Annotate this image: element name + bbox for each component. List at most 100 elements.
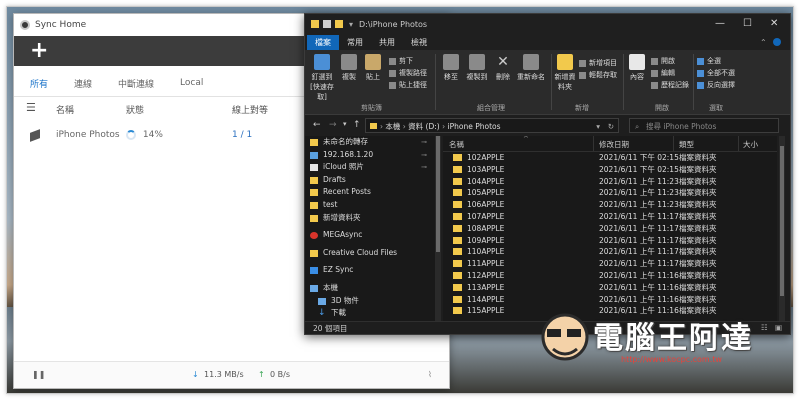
column-divider[interactable]: [673, 136, 674, 151]
nav-item[interactable]: 新增資料夾: [305, 212, 435, 225]
nav-item[interactable]: Creative Cloud Files: [305, 247, 435, 260]
rename-button[interactable]: 重新命名: [515, 54, 547, 82]
row-status: 14%: [126, 129, 163, 140]
nav-item[interactable]: EZ Sync: [305, 264, 435, 277]
navigation-pane: 未命名的轉存 ⊸ 192.168.1.20 ⊸ iCloud 照片 ⊸ Drafts …: [305, 136, 435, 322]
easy-access-button[interactable]: 輕鬆存取: [579, 70, 617, 80]
file-row[interactable]: 103APPLE 2021/6/11 下午 02:15 檔案資料夾: [443, 164, 777, 176]
pause-icon[interactable]: ❚❚: [32, 370, 45, 379]
address-bar[interactable]: › 本機 › 資料 (D:) › iPhone Photos ▾ ↻: [365, 118, 619, 133]
nav-item[interactable]: ↓ 下載: [305, 307, 435, 320]
nav-scrollbar[interactable]: [435, 136, 441, 322]
back-icon[interactable]: ←: [313, 120, 321, 130]
refresh-icon[interactable]: ↻: [608, 119, 614, 134]
folder-icon: [453, 177, 462, 185]
address-dropdown-icon[interactable]: ▾: [596, 119, 600, 134]
history-button[interactable]: 歷程記錄: [651, 80, 689, 90]
nav-item[interactable]: MEGAsync: [305, 229, 435, 242]
cut-button[interactable]: 剪下: [389, 56, 413, 66]
file-row[interactable]: 111APPLE 2021/6/11 上午 11:17 檔案資料夾: [443, 258, 777, 270]
open-button[interactable]: 開啟: [651, 56, 675, 66]
column-type[interactable]: 類型: [679, 139, 694, 150]
nav-scrollbar-thumb[interactable]: [436, 136, 440, 252]
nav-item[interactable]: test: [305, 199, 435, 212]
file-row[interactable]: 107APPLE 2021/6/11 上午 11:17 檔案資料夾: [443, 211, 777, 223]
column-date[interactable]: 修改日期: [599, 139, 629, 150]
column-size[interactable]: 大小: [743, 139, 758, 150]
column-peers[interactable]: 線上對等: [232, 103, 268, 116]
file-row[interactable]: 110APPLE 2021/6/11 上午 11:17 檔案資料夾: [443, 246, 777, 258]
column-status[interactable]: 狀態: [126, 103, 144, 116]
file-row[interactable]: 109APPLE 2021/6/11 上午 11:17 檔案資料夾: [443, 235, 777, 247]
up-icon[interactable]: ↑: [353, 120, 361, 130]
recent-dropdown-icon[interactable]: ▾: [343, 120, 347, 128]
select-all-button[interactable]: 全選: [697, 56, 721, 66]
nav-item[interactable]: Recent Posts: [305, 186, 435, 199]
file-type: 檔案資料夾: [679, 294, 717, 304]
file-date: 2021/6/11 上午 11:17: [599, 235, 679, 245]
file-row[interactable]: 113APPLE 2021/6/11 上午 11:16 檔案資料夾: [443, 282, 777, 294]
tab-connected[interactable]: 連線: [74, 77, 92, 90]
help-icon[interactable]: [773, 38, 781, 46]
file-row[interactable]: 105APPLE 2021/6/11 上午 11:23 檔案資料夾: [443, 187, 777, 199]
minimize-icon[interactable]: —: [715, 18, 725, 29]
new-folder-button[interactable]: 新增資料夾: [553, 54, 577, 92]
breadcrumb-drive[interactable]: 資料 (D:): [408, 122, 440, 131]
tab-disconnected[interactable]: 中斷連線: [118, 77, 154, 90]
new-item-button[interactable]: 新增項目: [579, 58, 617, 68]
copy-button[interactable]: 複製: [337, 54, 361, 82]
column-divider[interactable]: [738, 136, 739, 151]
nav-item[interactable]: 192.168.1.20 ⊸: [305, 149, 435, 162]
file-date: 2021/6/11 上午 11:17: [599, 247, 679, 257]
tab-view[interactable]: 檢視: [403, 35, 435, 50]
properties-icon[interactable]: [323, 20, 331, 28]
tab-home[interactable]: 常用: [339, 35, 371, 50]
nav-item[interactable]: 3D 物件: [305, 295, 435, 308]
nav-item[interactable]: iCloud 照片 ⊸: [305, 161, 435, 174]
column-divider[interactable]: [593, 136, 594, 151]
search-input[interactable]: ⌕ 搜尋 iPhone Photos: [629, 118, 779, 133]
pin-quick-access-button[interactable]: 釘選到 [快速存取]: [307, 54, 337, 102]
copy-path-button[interactable]: 複製路徑: [389, 68, 427, 78]
file-list-scrollbar-thumb[interactable]: [780, 146, 784, 296]
column-name[interactable]: 名稱: [56, 103, 74, 116]
maximize-icon[interactable]: ☐: [743, 18, 752, 29]
tab-file[interactable]: 檔案: [307, 34, 339, 50]
breadcrumb-this-pc[interactable]: 本機: [385, 122, 400, 131]
forward-icon[interactable]: →: [329, 120, 337, 130]
collapse-ribbon-icon[interactable]: ⌃: [760, 38, 767, 47]
select-none-button[interactable]: 全部不選: [697, 68, 735, 78]
add-folder-button[interactable]: +: [30, 40, 48, 62]
file-name: 107APPLE: [467, 211, 505, 221]
filter-icon[interactable]: ☰: [26, 101, 36, 114]
row-name: iPhone Photos: [56, 130, 120, 140]
file-row[interactable]: 104APPLE 2021/6/11 上午 11:23 檔案資料夾: [443, 176, 777, 188]
delete-button[interactable]: ✕ 刪除: [491, 54, 515, 82]
nav-item[interactable]: 本機: [305, 282, 435, 295]
file-row[interactable]: 112APPLE 2021/6/11 上午 11:16 檔案資料夾: [443, 270, 777, 282]
file-row[interactable]: 108APPLE 2021/6/11 上午 11:17 檔案資料夾: [443, 223, 777, 235]
file-row[interactable]: 102APPLE 2021/6/11 下午 02:15 檔案資料夾: [443, 152, 777, 164]
quick-access-dropdown-icon[interactable]: ▾: [349, 20, 353, 29]
tab-share[interactable]: 共用: [371, 35, 403, 50]
file-row[interactable]: 114APPLE 2021/6/11 上午 11:16 檔案資料夾: [443, 294, 777, 306]
file-name: 109APPLE: [467, 235, 505, 245]
nav-item[interactable]: 未命名的轉存 ⊸: [305, 136, 435, 149]
properties-button[interactable]: 內容: [625, 54, 649, 82]
column-name[interactable]: 名稱: [449, 139, 464, 150]
invert-selection-button[interactable]: 反向選擇: [697, 80, 735, 90]
edit-button[interactable]: 編輯: [651, 68, 675, 78]
tab-local[interactable]: Local: [180, 78, 203, 88]
copy-to-button[interactable]: 複製到: [463, 54, 491, 82]
file-row[interactable]: 106APPLE 2021/6/11 上午 11:23 檔案資料夾: [443, 199, 777, 211]
move-to-button[interactable]: 移至: [439, 54, 463, 82]
new-folder-icon[interactable]: [335, 20, 343, 28]
paste-button[interactable]: 貼上: [361, 54, 385, 82]
breadcrumb-folder[interactable]: iPhone Photos: [448, 122, 501, 131]
activity-icon[interactable]: ⌇: [428, 370, 432, 379]
file-list-scrollbar[interactable]: [779, 136, 785, 322]
nav-item[interactable]: Drafts: [305, 174, 435, 187]
close-icon[interactable]: ✕: [770, 18, 778, 29]
tab-all[interactable]: 所有: [30, 77, 48, 90]
paste-shortcut-button[interactable]: 貼上捷徑: [389, 80, 427, 90]
